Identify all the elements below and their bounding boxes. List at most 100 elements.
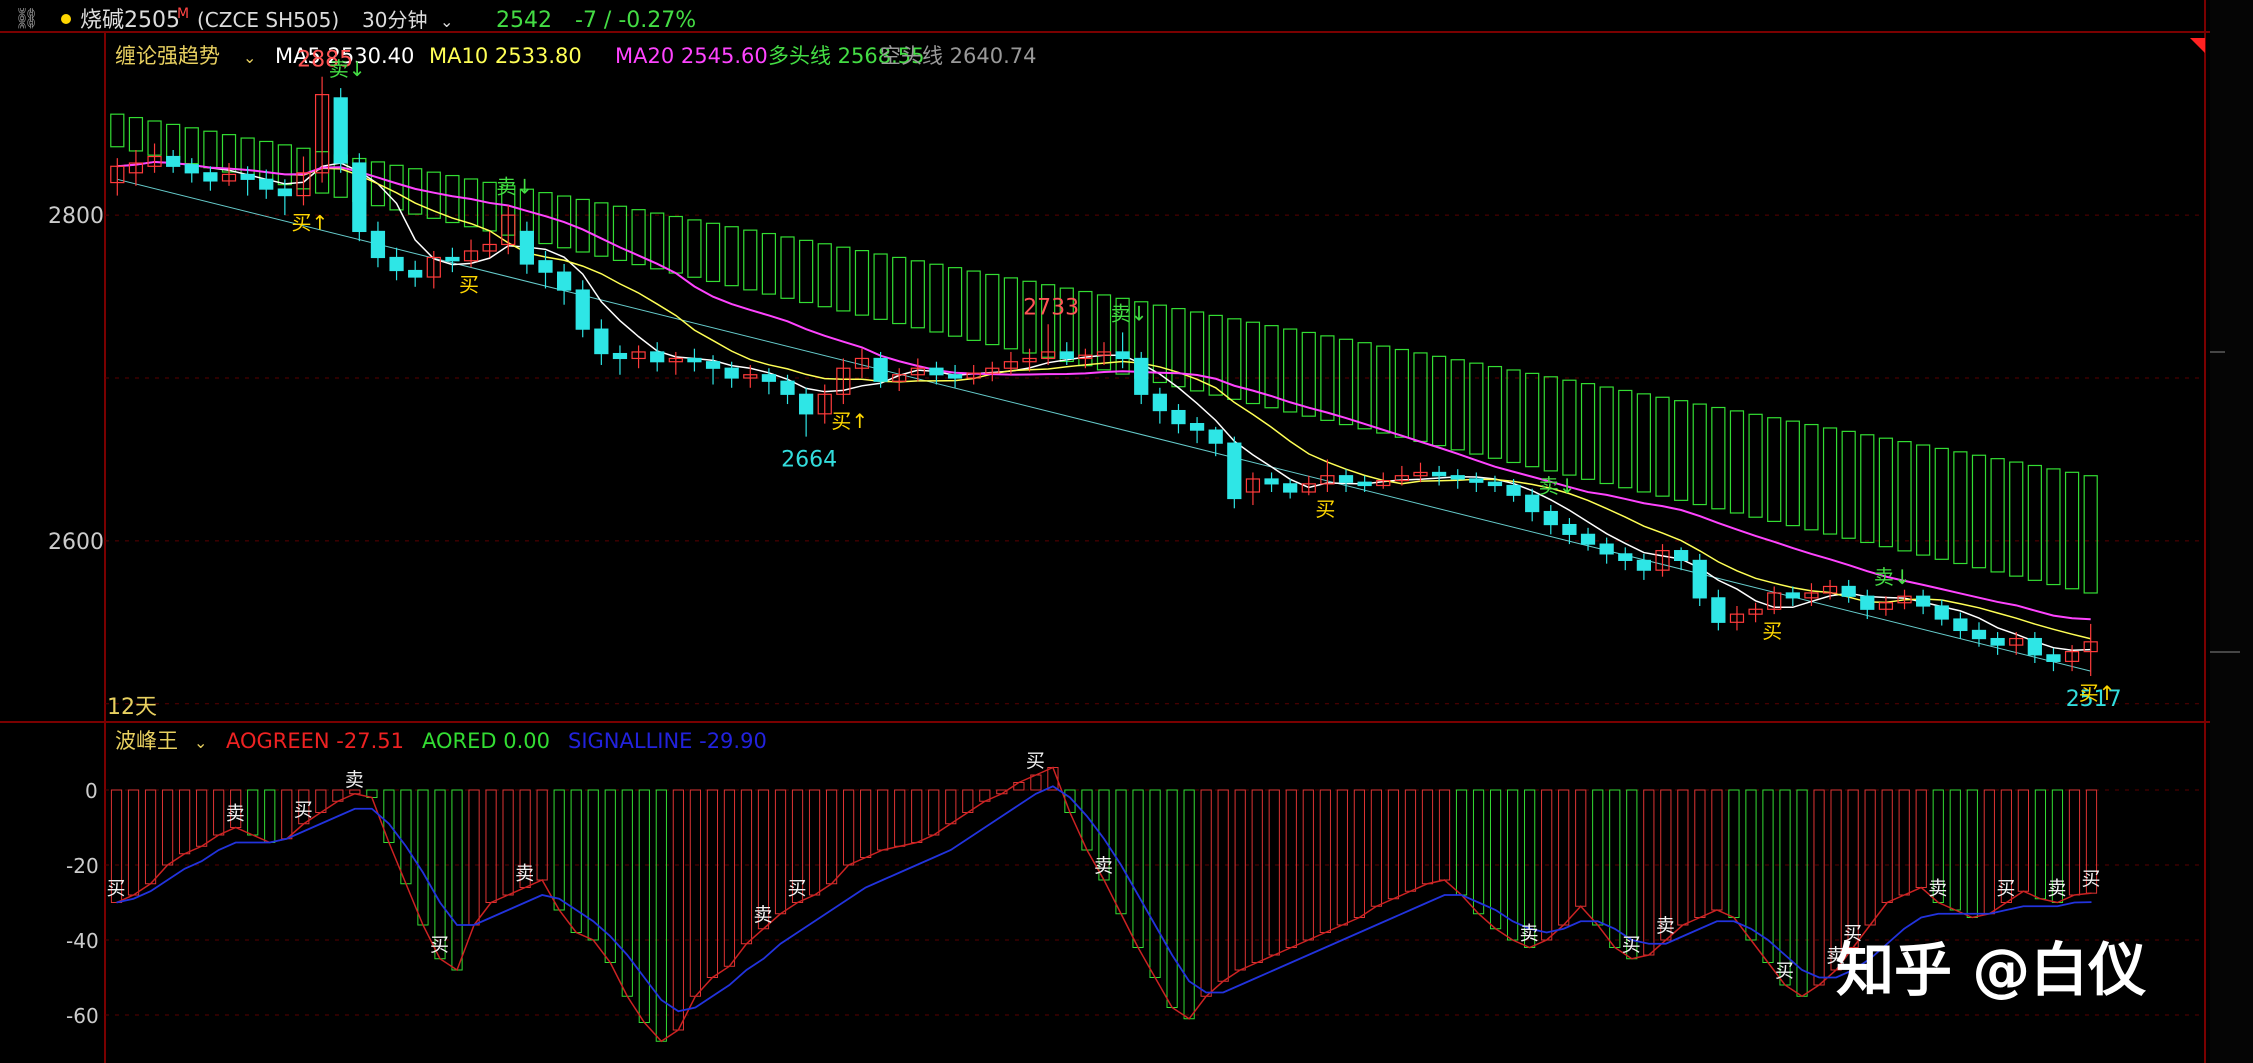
candle-body xyxy=(277,188,292,197)
candle-body xyxy=(333,97,348,164)
candle-body xyxy=(1971,629,1987,640)
sell-marker: 卖 xyxy=(1656,915,1675,937)
legend-item-空头线: 空头线 2640.74 xyxy=(880,44,1037,68)
candle-body xyxy=(1785,592,1800,599)
sell-signal: 卖↓ xyxy=(1874,565,1911,589)
buy-marker: 买 xyxy=(1775,960,1794,982)
candle-body xyxy=(1580,533,1596,545)
candle-body xyxy=(687,357,702,363)
status-dot-icon xyxy=(61,14,71,24)
buy-marker: 买 xyxy=(430,934,449,956)
buy-signal: 买 xyxy=(1762,619,1782,643)
main-indicator-name[interactable]: 缠论强趋势 xyxy=(115,44,220,68)
candle-body xyxy=(612,352,628,360)
sub-indicator-name[interactable]: 波峰王 xyxy=(115,729,178,753)
candle-body xyxy=(184,164,199,174)
symbol-code: (CZCE SH505) xyxy=(197,8,339,32)
buy-signal: 买 xyxy=(459,272,479,296)
candle-body xyxy=(1543,510,1558,526)
legend-item-ma10: MA10 2533.80 xyxy=(429,44,582,68)
candle-body xyxy=(929,367,944,376)
candle-body xyxy=(1599,543,1614,555)
link-icon[interactable]: ⛓ xyxy=(14,6,39,30)
candle-body xyxy=(370,230,386,259)
candle-body xyxy=(1674,550,1689,562)
sell-marker: 卖 xyxy=(1520,923,1539,945)
candle-body xyxy=(1171,409,1186,425)
candle-body xyxy=(705,361,721,369)
sell-marker: 卖 xyxy=(515,863,534,885)
sell-signal: 卖↓ xyxy=(1539,474,1576,498)
trading-chart[interactable]: ⛓ 烧碱2505 M (CZCE SH505) 30分钟 ⌄ 2542 -7 /… xyxy=(0,0,2253,1063)
candle-body xyxy=(240,173,255,180)
sell-marker: 卖 xyxy=(345,769,364,791)
candle-body xyxy=(408,269,423,278)
candle-body xyxy=(1227,442,1242,500)
sell-marker: 卖 xyxy=(226,803,245,825)
candle-body xyxy=(1189,423,1205,431)
candle-body xyxy=(2046,654,2061,662)
sell-marker: 卖 xyxy=(753,904,772,926)
symbol-name[interactable]: 烧碱2505 xyxy=(80,8,180,33)
candle-body xyxy=(1916,595,1931,607)
sell-signal: 卖↓ xyxy=(1111,301,1148,325)
candle-body xyxy=(2027,637,2042,656)
candle-body xyxy=(1487,481,1503,487)
buy-signal: 买↑ xyxy=(291,210,328,234)
candle-body xyxy=(259,178,274,190)
y-tick-label: -40 xyxy=(66,929,99,953)
candle-body xyxy=(538,260,553,273)
buy-marker: 买 xyxy=(107,878,126,900)
candle-body xyxy=(1692,559,1707,599)
candle-body xyxy=(780,380,795,395)
candle-body xyxy=(1357,481,1372,487)
legend-item-ma20: MA20 2545.60 xyxy=(615,44,768,68)
y-tick-label: 2600 xyxy=(48,530,104,555)
candle-body xyxy=(1618,553,1633,562)
symbol-flag: M xyxy=(177,6,189,22)
candle-body xyxy=(1841,585,1856,597)
candle-body xyxy=(1860,595,1875,610)
chevron-down-icon[interactable]: ⌄ xyxy=(243,48,256,67)
candle-body xyxy=(1990,637,2005,646)
legend-item-aored: AORED 0.00 xyxy=(422,729,550,753)
buy-signal: 买 xyxy=(1315,497,1335,521)
candle-body xyxy=(1525,494,1540,513)
candle-body xyxy=(556,271,572,291)
price-change: -7 / -0.27% xyxy=(575,8,696,33)
chevron-down-icon[interactable]: ⌄ xyxy=(194,733,207,752)
buy-marker: 买 xyxy=(788,878,807,900)
buy-marker: 买 xyxy=(1026,750,1045,772)
candle-body xyxy=(1264,478,1279,485)
y-tick-label: -20 xyxy=(66,854,99,878)
low-label: 2664 xyxy=(781,448,837,473)
chevron-down-icon[interactable]: ⌄ xyxy=(440,12,453,31)
sell-marker: 卖 xyxy=(1928,878,1947,900)
candle-body xyxy=(650,351,665,363)
candle-body xyxy=(1152,393,1167,412)
candle-body xyxy=(1934,605,1949,620)
candle-body xyxy=(799,393,814,415)
last-price: 2542 xyxy=(496,8,552,33)
right-strip xyxy=(2210,0,2253,1063)
candle-body xyxy=(1506,484,1521,496)
candle-body xyxy=(1208,429,1223,444)
period-selector[interactable]: 30分钟 xyxy=(362,8,427,32)
candle-body xyxy=(1283,483,1298,493)
candle-body xyxy=(873,357,888,382)
candle-body xyxy=(1115,351,1130,360)
candle-body xyxy=(594,328,609,355)
candle-body xyxy=(724,367,739,379)
y-tick-label: 0 xyxy=(85,779,98,803)
candle-body xyxy=(1562,523,1577,535)
candle-body xyxy=(166,155,181,167)
candle-body xyxy=(519,230,534,265)
candle-body xyxy=(1059,351,1074,360)
candle-body xyxy=(1711,597,1726,623)
buy-signal: 买↑ xyxy=(831,409,868,433)
candle-body xyxy=(1469,478,1484,483)
buy-marker: 买 xyxy=(2081,868,2100,890)
y-tick-label: -60 xyxy=(66,1004,99,1028)
candle-body xyxy=(947,374,963,379)
sell-marker: 卖 xyxy=(2047,878,2066,900)
